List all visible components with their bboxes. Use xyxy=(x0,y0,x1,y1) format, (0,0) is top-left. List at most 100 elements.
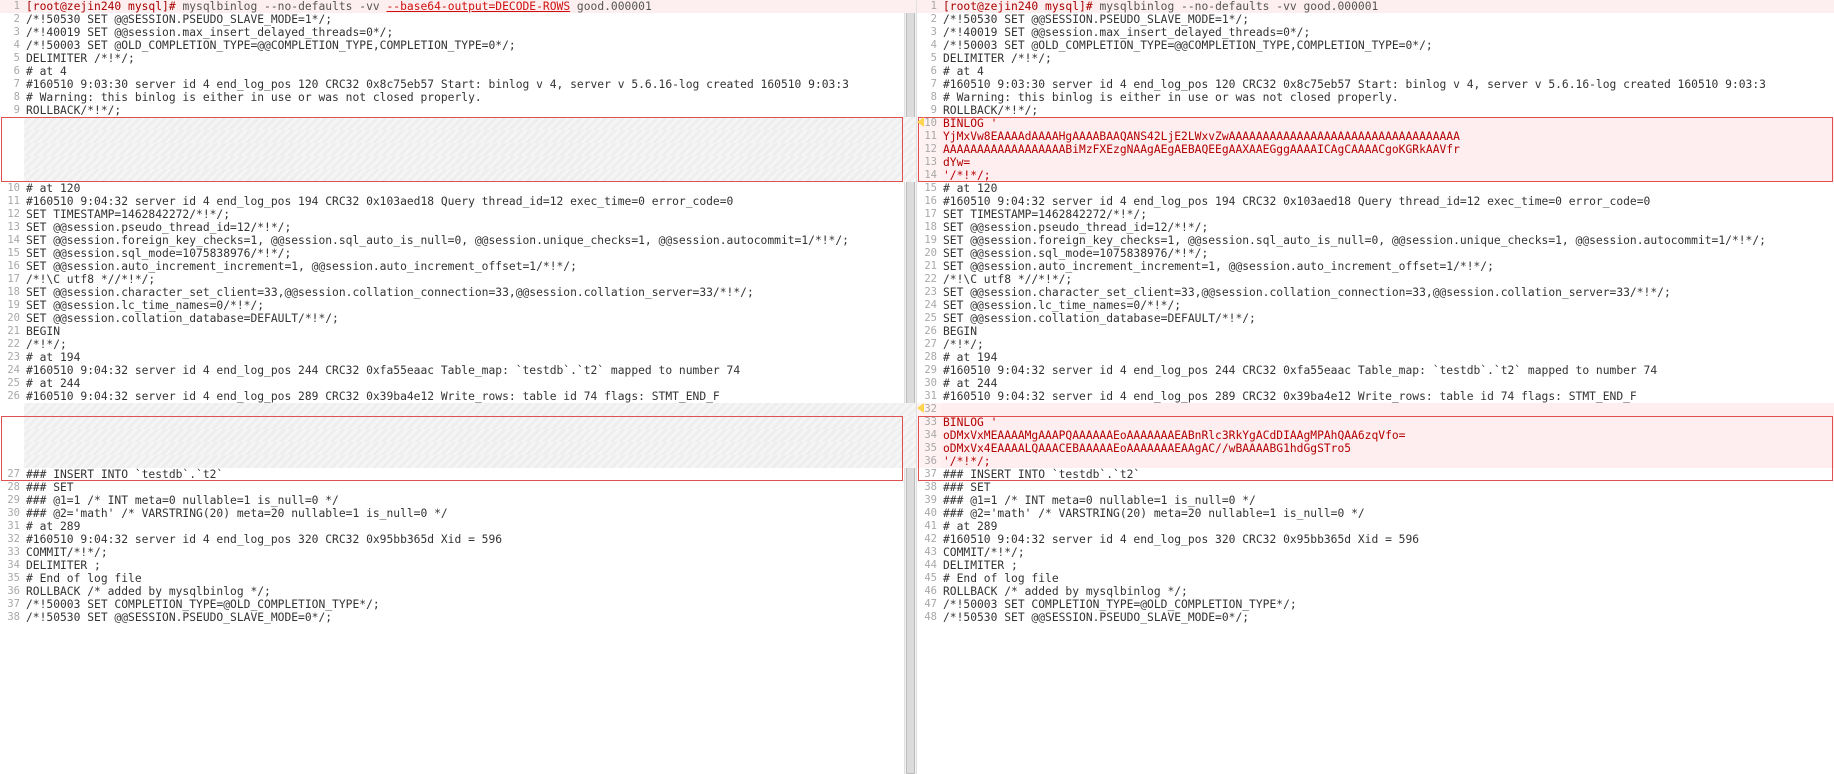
left-diff-pane[interactable]: 1[root@zejin240 mysql]# mysqlbinlog --no… xyxy=(0,0,917,774)
code-line[interactable]: /*!50530 SET @@SESSION.PSEUDO_SLAVE_MODE… xyxy=(941,13,1834,26)
code-line[interactable]: SET @@session.sql_mode=1075838976/*!*/; xyxy=(941,247,1834,260)
code-line[interactable]: #160510 9:04:32 server id 4 end_log_pos … xyxy=(24,533,916,546)
code-line[interactable]: [root@zejin240 mysql]# mysqlbinlog --no-… xyxy=(941,0,1834,13)
code-line[interactable]: SET @@session.auto_increment_increment=1… xyxy=(24,260,916,273)
code-line[interactable]: # at 120 xyxy=(24,182,916,195)
code-line[interactable]: # Warning: this binlog is either in use … xyxy=(24,91,916,104)
code-line[interactable]: /*!50530 SET @@SESSION.PSEUDO_SLAVE_MODE… xyxy=(24,13,916,26)
code-line[interactable]: SET TIMESTAMP=1462842272/*!*/; xyxy=(24,208,916,221)
code-line[interactable]: # at 289 xyxy=(24,520,916,533)
code-line[interactable] xyxy=(24,130,916,143)
code-line[interactable]: # at 244 xyxy=(941,377,1834,390)
code-line[interactable]: SET @@session.lc_time_names=0/*!*/; xyxy=(24,299,916,312)
code-line[interactable]: ### @1=1 /* INT meta=0 nullable=1 is_nul… xyxy=(941,494,1834,507)
code-line[interactable]: SET @@session.pseudo_thread_id=12/*!*/; xyxy=(941,221,1834,234)
code-line[interactable]: ROLLBACK/*!*/; xyxy=(24,104,916,117)
code-line[interactable] xyxy=(24,429,916,442)
code-line[interactable]: /*!40019 SET @@session.max_insert_delaye… xyxy=(941,26,1834,39)
code-line[interactable]: YjMxVw8EAAAAdAAAAHgAAAABAAQANS42LjE2LWxv… xyxy=(941,130,1834,143)
code-line[interactable]: oDMxVx4EAAAALQAAACEBAAAAAEoAAAAAAAEAAgAC… xyxy=(941,442,1834,455)
code-line[interactable]: /*!\C utf8 *//*!*/; xyxy=(24,273,916,286)
code-line[interactable]: /*!\C utf8 *//*!*/; xyxy=(941,273,1834,286)
code-line[interactable]: SET @@session.foreign_key_checks=1, @@se… xyxy=(941,234,1834,247)
code-line[interactable] xyxy=(24,403,916,416)
code-line[interactable]: ### INSERT INTO `testdb`.`t2` xyxy=(24,468,916,481)
code-line[interactable]: # Warning: this binlog is either in use … xyxy=(941,91,1834,104)
code-line[interactable]: # at 289 xyxy=(941,520,1834,533)
code-line[interactable]: SET @@session.foreign_key_checks=1, @@se… xyxy=(24,234,916,247)
code-line[interactable]: /*!*/; xyxy=(941,338,1834,351)
code-line[interactable]: /*!40019 SET @@session.max_insert_delaye… xyxy=(24,26,916,39)
code-line[interactable] xyxy=(24,117,916,130)
code-line[interactable]: DELIMITER ; xyxy=(941,559,1834,572)
code-line[interactable] xyxy=(24,169,916,182)
code-line[interactable]: #160510 9:03:30 server id 4 end_log_pos … xyxy=(941,78,1834,91)
code-line[interactable]: ROLLBACK /* added by mysqlbinlog */; xyxy=(24,585,916,598)
code-line[interactable]: /*!50003 SET @OLD_COMPLETION_TYPE=@@COMP… xyxy=(941,39,1834,52)
code-line[interactable]: [root@zejin240 mysql]# mysqlbinlog --no-… xyxy=(24,0,916,13)
code-line[interactable] xyxy=(24,143,916,156)
code-line[interactable]: ### SET xyxy=(941,481,1834,494)
code-line[interactable]: # at 4 xyxy=(24,65,916,78)
code-line[interactable]: # End of log file xyxy=(941,572,1834,585)
code-line[interactable]: COMMIT/*!*/; xyxy=(24,546,916,559)
code-line[interactable]: '/*!*/; xyxy=(941,455,1834,468)
diff-arrow-icon[interactable] xyxy=(917,403,924,413)
code-line[interactable] xyxy=(24,442,916,455)
code-line[interactable]: DELIMITER ; xyxy=(24,559,916,572)
code-line[interactable]: ROLLBACK/*!*/; xyxy=(941,104,1834,117)
right-diff-pane[interactable]: 1[root@zejin240 mysql]# mysqlbinlog --no… xyxy=(917,0,1834,774)
code-line[interactable]: SET @@session.auto_increment_increment=1… xyxy=(941,260,1834,273)
code-line[interactable]: SET @@session.sql_mode=1075838976/*!*/; xyxy=(24,247,916,260)
code-line[interactable]: # at 4 xyxy=(941,65,1834,78)
code-line[interactable]: ### @2='math' /* VARSTRING(20) meta=20 n… xyxy=(24,507,916,520)
code-line[interactable]: SET @@session.pseudo_thread_id=12/*!*/; xyxy=(24,221,916,234)
code-line[interactable]: DELIMITER /*!*/; xyxy=(24,52,916,65)
code-line[interactable]: SET @@session.lc_time_names=0/*!*/; xyxy=(941,299,1834,312)
code-line[interactable]: #160510 9:04:32 server id 4 end_log_pos … xyxy=(941,364,1834,377)
code-line[interactable]: #160510 9:04:32 server id 4 end_log_pos … xyxy=(941,390,1834,403)
code-line[interactable]: DELIMITER /*!*/; xyxy=(941,52,1834,65)
code-line[interactable]: /*!50003 SET COMPLETION_TYPE=@OLD_COMPLE… xyxy=(941,598,1834,611)
code-line[interactable] xyxy=(24,416,916,429)
code-line[interactable]: ### INSERT INTO `testdb`.`t2` xyxy=(941,468,1834,481)
code-line[interactable]: /*!50530 SET @@SESSION.PSEUDO_SLAVE_MODE… xyxy=(24,611,916,624)
code-line[interactable]: /*!50003 SET @OLD_COMPLETION_TYPE=@@COMP… xyxy=(24,39,916,52)
code-line[interactable]: oDMxVxMEAAAAMgAAAPQAAAAAAEoAAAAAAAEABnRl… xyxy=(941,429,1834,442)
code-line[interactable]: BINLOG ' xyxy=(941,117,1834,130)
code-line[interactable]: #160510 9:03:30 server id 4 end_log_pos … xyxy=(24,78,916,91)
code-line[interactable]: SET TIMESTAMP=1462842272/*!*/; xyxy=(941,208,1834,221)
code-line[interactable]: # at 120 xyxy=(941,182,1834,195)
code-line[interactable]: AAAAAAAAAAAAAAAAAABiMzFXEzgNAAgAEgAEBAQE… xyxy=(941,143,1834,156)
code-line[interactable]: '/*!*/; xyxy=(941,169,1834,182)
code-line[interactable]: COMMIT/*!*/; xyxy=(941,546,1834,559)
code-line[interactable]: #160510 9:04:32 server id 4 end_log_pos … xyxy=(24,364,916,377)
code-line[interactable]: SET @@session.character_set_client=33,@@… xyxy=(24,286,916,299)
code-line[interactable]: # at 194 xyxy=(941,351,1834,364)
code-line[interactable]: # at 244 xyxy=(24,377,916,390)
code-line[interactable]: # End of log file xyxy=(24,572,916,585)
code-line[interactable]: SET @@session.collation_database=DEFAULT… xyxy=(24,312,916,325)
code-line[interactable]: dYw= xyxy=(941,156,1834,169)
code-line[interactable]: ROLLBACK /* added by mysqlbinlog */; xyxy=(941,585,1834,598)
code-line[interactable] xyxy=(941,403,1834,416)
code-line[interactable]: BINLOG ' xyxy=(941,416,1834,429)
code-line[interactable]: SET @@session.collation_database=DEFAULT… xyxy=(941,312,1834,325)
code-line[interactable]: /*!*/; xyxy=(24,338,916,351)
code-line[interactable]: ### @2='math' /* VARSTRING(20) meta=20 n… xyxy=(941,507,1834,520)
code-line[interactable]: /*!50003 SET COMPLETION_TYPE=@OLD_COMPLE… xyxy=(24,598,916,611)
code-line[interactable]: #160510 9:04:32 server id 4 end_log_pos … xyxy=(24,195,916,208)
code-line[interactable]: BEGIN xyxy=(941,325,1834,338)
code-line[interactable] xyxy=(24,156,916,169)
code-line[interactable]: SET @@session.character_set_client=33,@@… xyxy=(941,286,1834,299)
code-line[interactable] xyxy=(24,455,916,468)
code-line[interactable]: ### @1=1 /* INT meta=0 nullable=1 is_nul… xyxy=(24,494,916,507)
diff-arrow-icon[interactable] xyxy=(917,117,924,127)
code-line[interactable]: /*!50530 SET @@SESSION.PSEUDO_SLAVE_MODE… xyxy=(941,611,1834,624)
code-line[interactable]: ### SET xyxy=(24,481,916,494)
code-line[interactable]: #160510 9:04:32 server id 4 end_log_pos … xyxy=(941,533,1834,546)
code-line[interactable]: #160510 9:04:32 server id 4 end_log_pos … xyxy=(941,195,1834,208)
code-line[interactable]: BEGIN xyxy=(24,325,916,338)
code-line[interactable]: # at 194 xyxy=(24,351,916,364)
code-line[interactable]: #160510 9:04:32 server id 4 end_log_pos … xyxy=(24,390,916,403)
